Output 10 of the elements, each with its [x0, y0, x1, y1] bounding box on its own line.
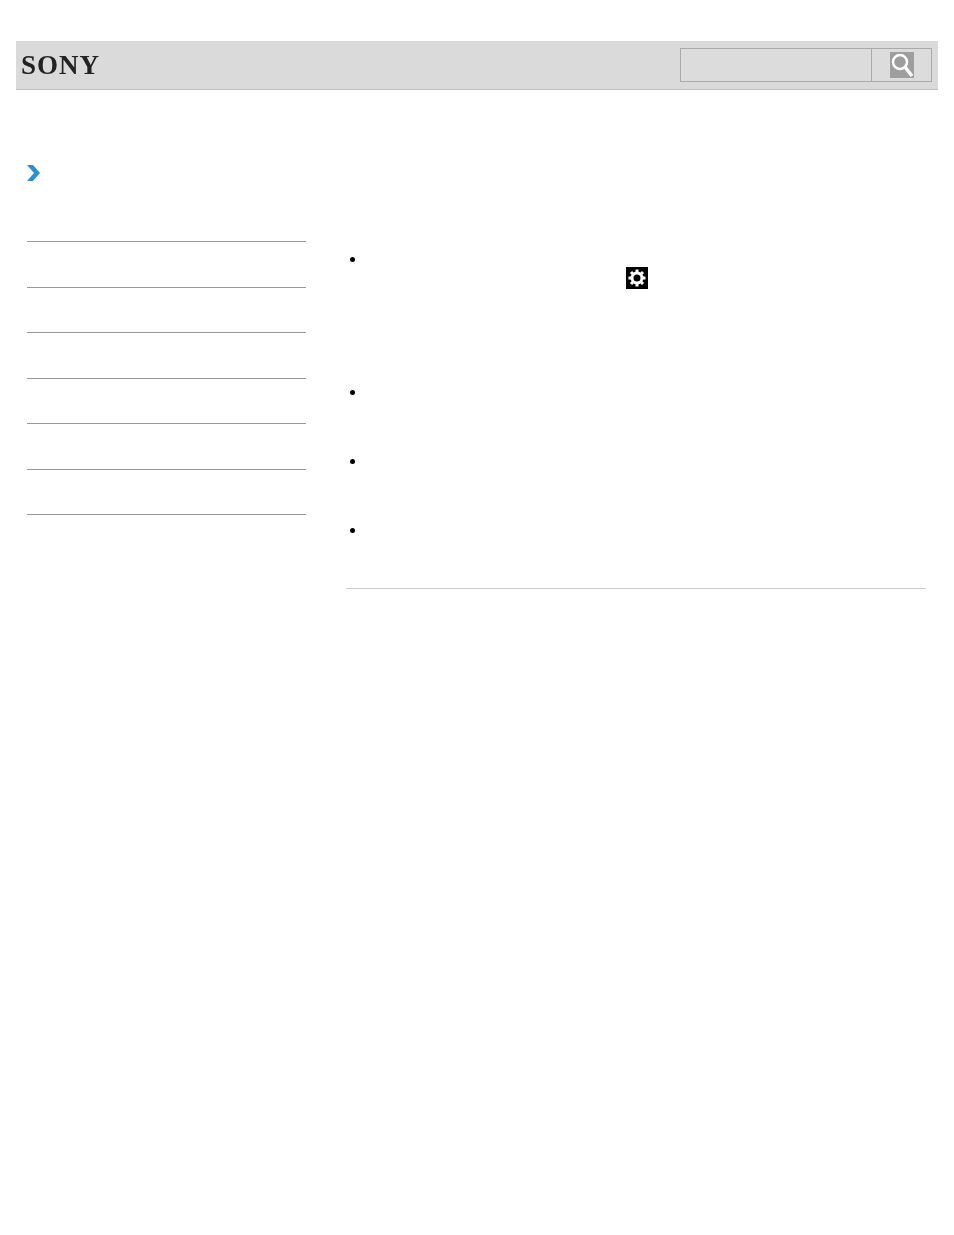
bullet-icon	[350, 528, 355, 533]
chevron-icon[interactable]	[27, 165, 40, 181]
search-icon	[889, 52, 914, 78]
bullet-icon	[350, 390, 355, 395]
search-field[interactable]	[680, 48, 872, 82]
bullet-icon	[350, 459, 355, 464]
logo[interactable]: SONY	[21, 51, 100, 79]
gear-icon	[626, 267, 648, 289]
bullet-icon	[350, 257, 355, 262]
search-button[interactable]	[872, 48, 932, 82]
